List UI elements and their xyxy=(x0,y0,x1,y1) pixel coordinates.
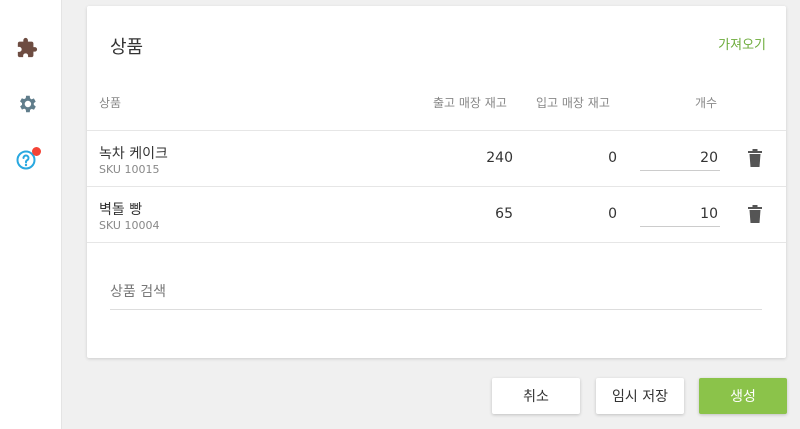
create-button[interactable]: 생성 xyxy=(699,378,787,414)
header-quantity: 개수 xyxy=(695,96,718,110)
divider xyxy=(87,186,786,187)
gear-icon[interactable] xyxy=(15,92,39,116)
header-in-stock: 입고 매장 재고 xyxy=(536,96,610,110)
row-in-stock: 0 xyxy=(608,206,617,222)
products-card: 상품 가져오기 상품 출고 매장 재고 입고 매장 재고 개수 녹차 케이크 S… xyxy=(87,6,786,358)
row-product-name: 녹차 케이크 xyxy=(99,146,168,162)
divider xyxy=(87,242,786,243)
save-draft-button[interactable]: 임시 저장 xyxy=(596,378,684,414)
quantity-input[interactable] xyxy=(640,201,720,227)
row-product-name: 벽돌 빵 xyxy=(99,202,143,218)
quantity-input[interactable] xyxy=(640,145,720,171)
product-search-input[interactable] xyxy=(110,274,762,310)
row-in-stock: 0 xyxy=(608,150,617,166)
sidebar xyxy=(0,0,62,429)
help-icon[interactable] xyxy=(15,147,41,172)
cancel-button[interactable]: 취소 xyxy=(492,378,580,414)
trash-icon[interactable] xyxy=(747,149,763,167)
row-out-stock: 240 xyxy=(486,150,513,166)
divider xyxy=(87,130,786,131)
row-product-sku: SKU 10015 xyxy=(99,163,160,176)
row-product-sku: SKU 10004 xyxy=(99,219,160,232)
header-product: 상품 xyxy=(99,96,122,110)
import-link[interactable]: 가져오기 xyxy=(718,34,766,53)
notification-badge xyxy=(32,147,41,156)
row-out-stock: 65 xyxy=(495,206,513,222)
trash-icon[interactable] xyxy=(747,205,763,223)
puzzle-icon[interactable] xyxy=(15,36,39,60)
card-title: 상품 xyxy=(110,37,144,58)
header-out-stock: 출고 매장 재고 xyxy=(433,96,507,110)
